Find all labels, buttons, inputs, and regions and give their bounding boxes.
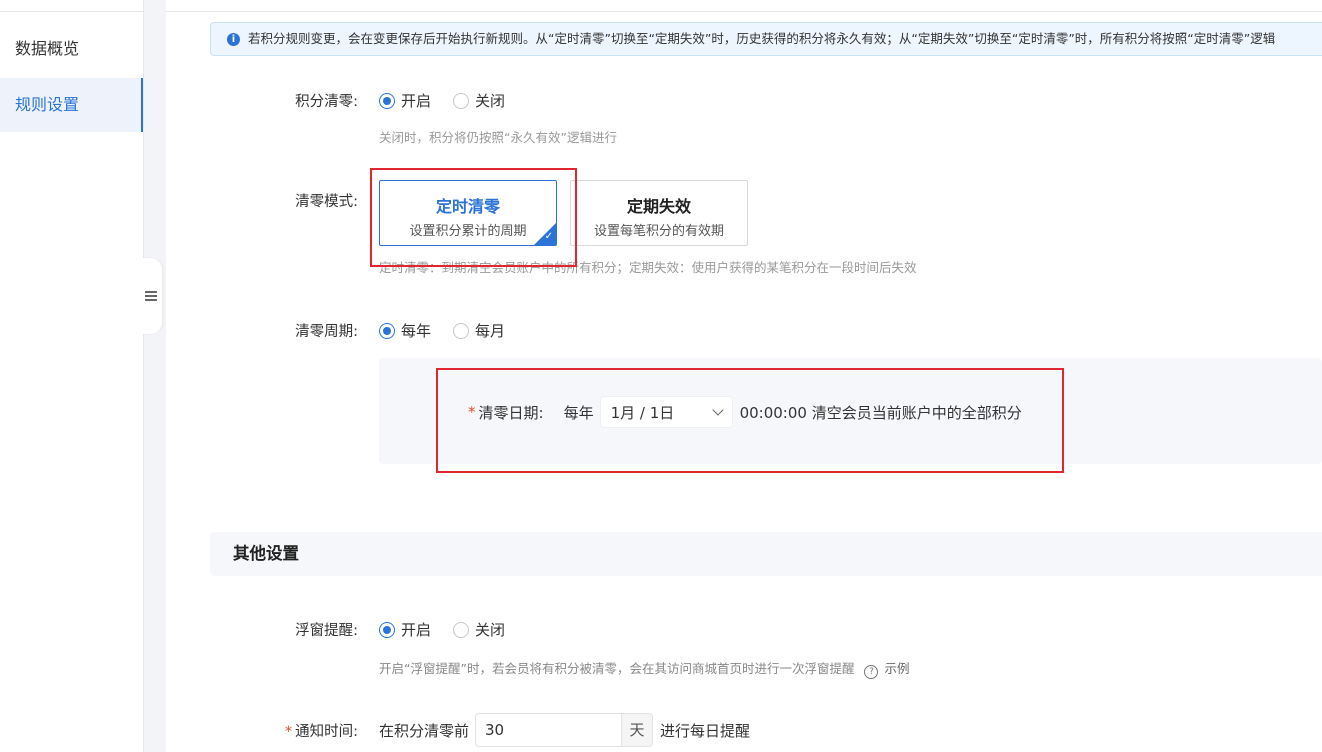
clear-mode-label: 清零模式: (295, 194, 358, 210)
clear-date-label: 清零日期: (478, 403, 544, 422)
chevron-down-icon (711, 404, 724, 416)
notify-suffix: 进行每日提醒 (660, 721, 751, 740)
radio-checked-icon (379, 322, 395, 339)
radio-unchecked-icon (453, 322, 470, 339)
radio-label: 关闭 (475, 621, 506, 639)
clear-date-prefix: 每年 (563, 403, 594, 422)
required-mark: * (468, 403, 476, 421)
mode-card-subtitle: 设置每笔积分的有效期 (593, 224, 724, 239)
radio-checked-icon (379, 92, 395, 109)
popup-off-radio[interactable]: 关闭 (453, 619, 505, 640)
mode-card-scheduled-clear[interactable]: 定时清零 设置积分累计的周期 ✓ (379, 180, 557, 246)
clear-date-row: * 清零日期: 每年 1月 / 1日 00:00:00 清空会员当前账户中的全部… (468, 396, 1022, 428)
popup-reminder-hint: 开启“浮窗提醒”时，若会员将有积分被清零，会在其访问商城首页时进行一次浮窗提醒 … (379, 658, 909, 679)
popup-hint-text: 开启“浮窗提醒”时，若会员将有积分被清零，会在其访问商城首页时进行一次浮窗提醒 (379, 661, 855, 676)
clear-date-select[interactable]: 1月 / 1日 (599, 396, 733, 428)
mode-card-title: 定时清零 (435, 197, 500, 216)
radio-label: 开启 (401, 621, 432, 639)
sidebar: 数据概览 规则设置 (0, 0, 144, 752)
sidebar-divider (0, 11, 143, 12)
section-title: 其他设置 (233, 544, 299, 563)
content-gutter (144, 0, 166, 752)
sidebar-item-overview[interactable]: 数据概览 (0, 22, 143, 76)
notify-days-input-group: 30 天 (475, 713, 654, 747)
points-clear-hint: 关闭时，积分将仍按照“永久有效”逻辑进行 (379, 130, 617, 145)
check-icon: ✓ (544, 231, 553, 242)
cycle-yearly-radio[interactable]: 每年 (379, 320, 431, 341)
radio-label: 开启 (401, 92, 432, 110)
mode-card-subtitle: 设置积分累计的周期 (409, 224, 527, 239)
cycle-monthly-radio[interactable]: 每月 (453, 320, 505, 341)
radio-label: 关闭 (475, 92, 506, 110)
select-value: 1月 / 1日 (610, 403, 675, 422)
notice-text: 若积分规则变更，会在变更保存后开始执行新规则。从“定时清零”切换至“定期失效”时… (248, 31, 1276, 46)
collapse-menu-icon (145, 289, 157, 303)
popup-on-radio[interactable]: 开启 (379, 619, 431, 640)
radio-label: 每年 (401, 322, 432, 340)
main-content: i 若积分规则变更，会在变更保存后开始执行新规则。从“定时清零”切换至“定期失效… (166, 0, 1322, 752)
mode-card-periodic-expire[interactable]: 定期失效 设置每笔积分的有效期 (570, 180, 748, 246)
clear-cycle-label: 清零周期: (295, 324, 358, 340)
clear-cycle-radio-group: 每年 每月 (379, 320, 527, 341)
sidebar-collapse-toggle[interactable] (140, 258, 162, 334)
other-settings-section: 其他设置 (210, 532, 1322, 576)
notify-prefix: 在积分清零前 (379, 721, 470, 740)
radio-unchecked-icon (453, 92, 470, 109)
rule-change-notice: i 若积分规则变更，会在变更保存后开始执行新规则。从“定时清零”切换至“定期失效… (210, 22, 1322, 56)
info-icon: i (227, 33, 240, 46)
notify-time-label: * 通知时间: (238, 720, 358, 741)
points-clear-off-radio[interactable]: 关闭 (453, 90, 505, 111)
required-mark: * (284, 724, 293, 740)
sidebar-item-rule-settings[interactable]: 规则设置 (0, 78, 143, 132)
example-link[interactable]: 示例 (884, 661, 909, 676)
notify-label-text: 通知时间: (295, 724, 358, 740)
points-clear-on-radio[interactable]: 开启 (379, 90, 431, 111)
points-clear-radio-group: 开启 关闭 (379, 90, 527, 111)
days-unit: 天 (621, 713, 654, 747)
question-icon[interactable]: ? (864, 665, 879, 679)
header-divider (166, 11, 1322, 12)
radio-label: 每月 (475, 322, 506, 340)
popup-reminder-label: 浮窗提醒: (295, 623, 358, 639)
clear-date-suffix: 00:00:00 清空会员当前账户中的全部积分 (739, 403, 1022, 422)
points-clear-label: 积分清零: (295, 94, 358, 110)
mode-card-title: 定期失效 (626, 197, 691, 216)
radio-checked-icon (379, 621, 395, 638)
popup-reminder-radio-group: 开启 关闭 (379, 619, 527, 640)
notify-days-input[interactable]: 30 (475, 713, 622, 747)
clear-mode-hint: 定时清零：到期清空会员账户中的所有积分；定期失效：使用户获得的某笔积分在一段时间… (379, 260, 917, 275)
radio-unchecked-icon (453, 621, 470, 638)
notify-time-row: 在积分清零前 30 天 进行每日提醒 (379, 713, 750, 747)
